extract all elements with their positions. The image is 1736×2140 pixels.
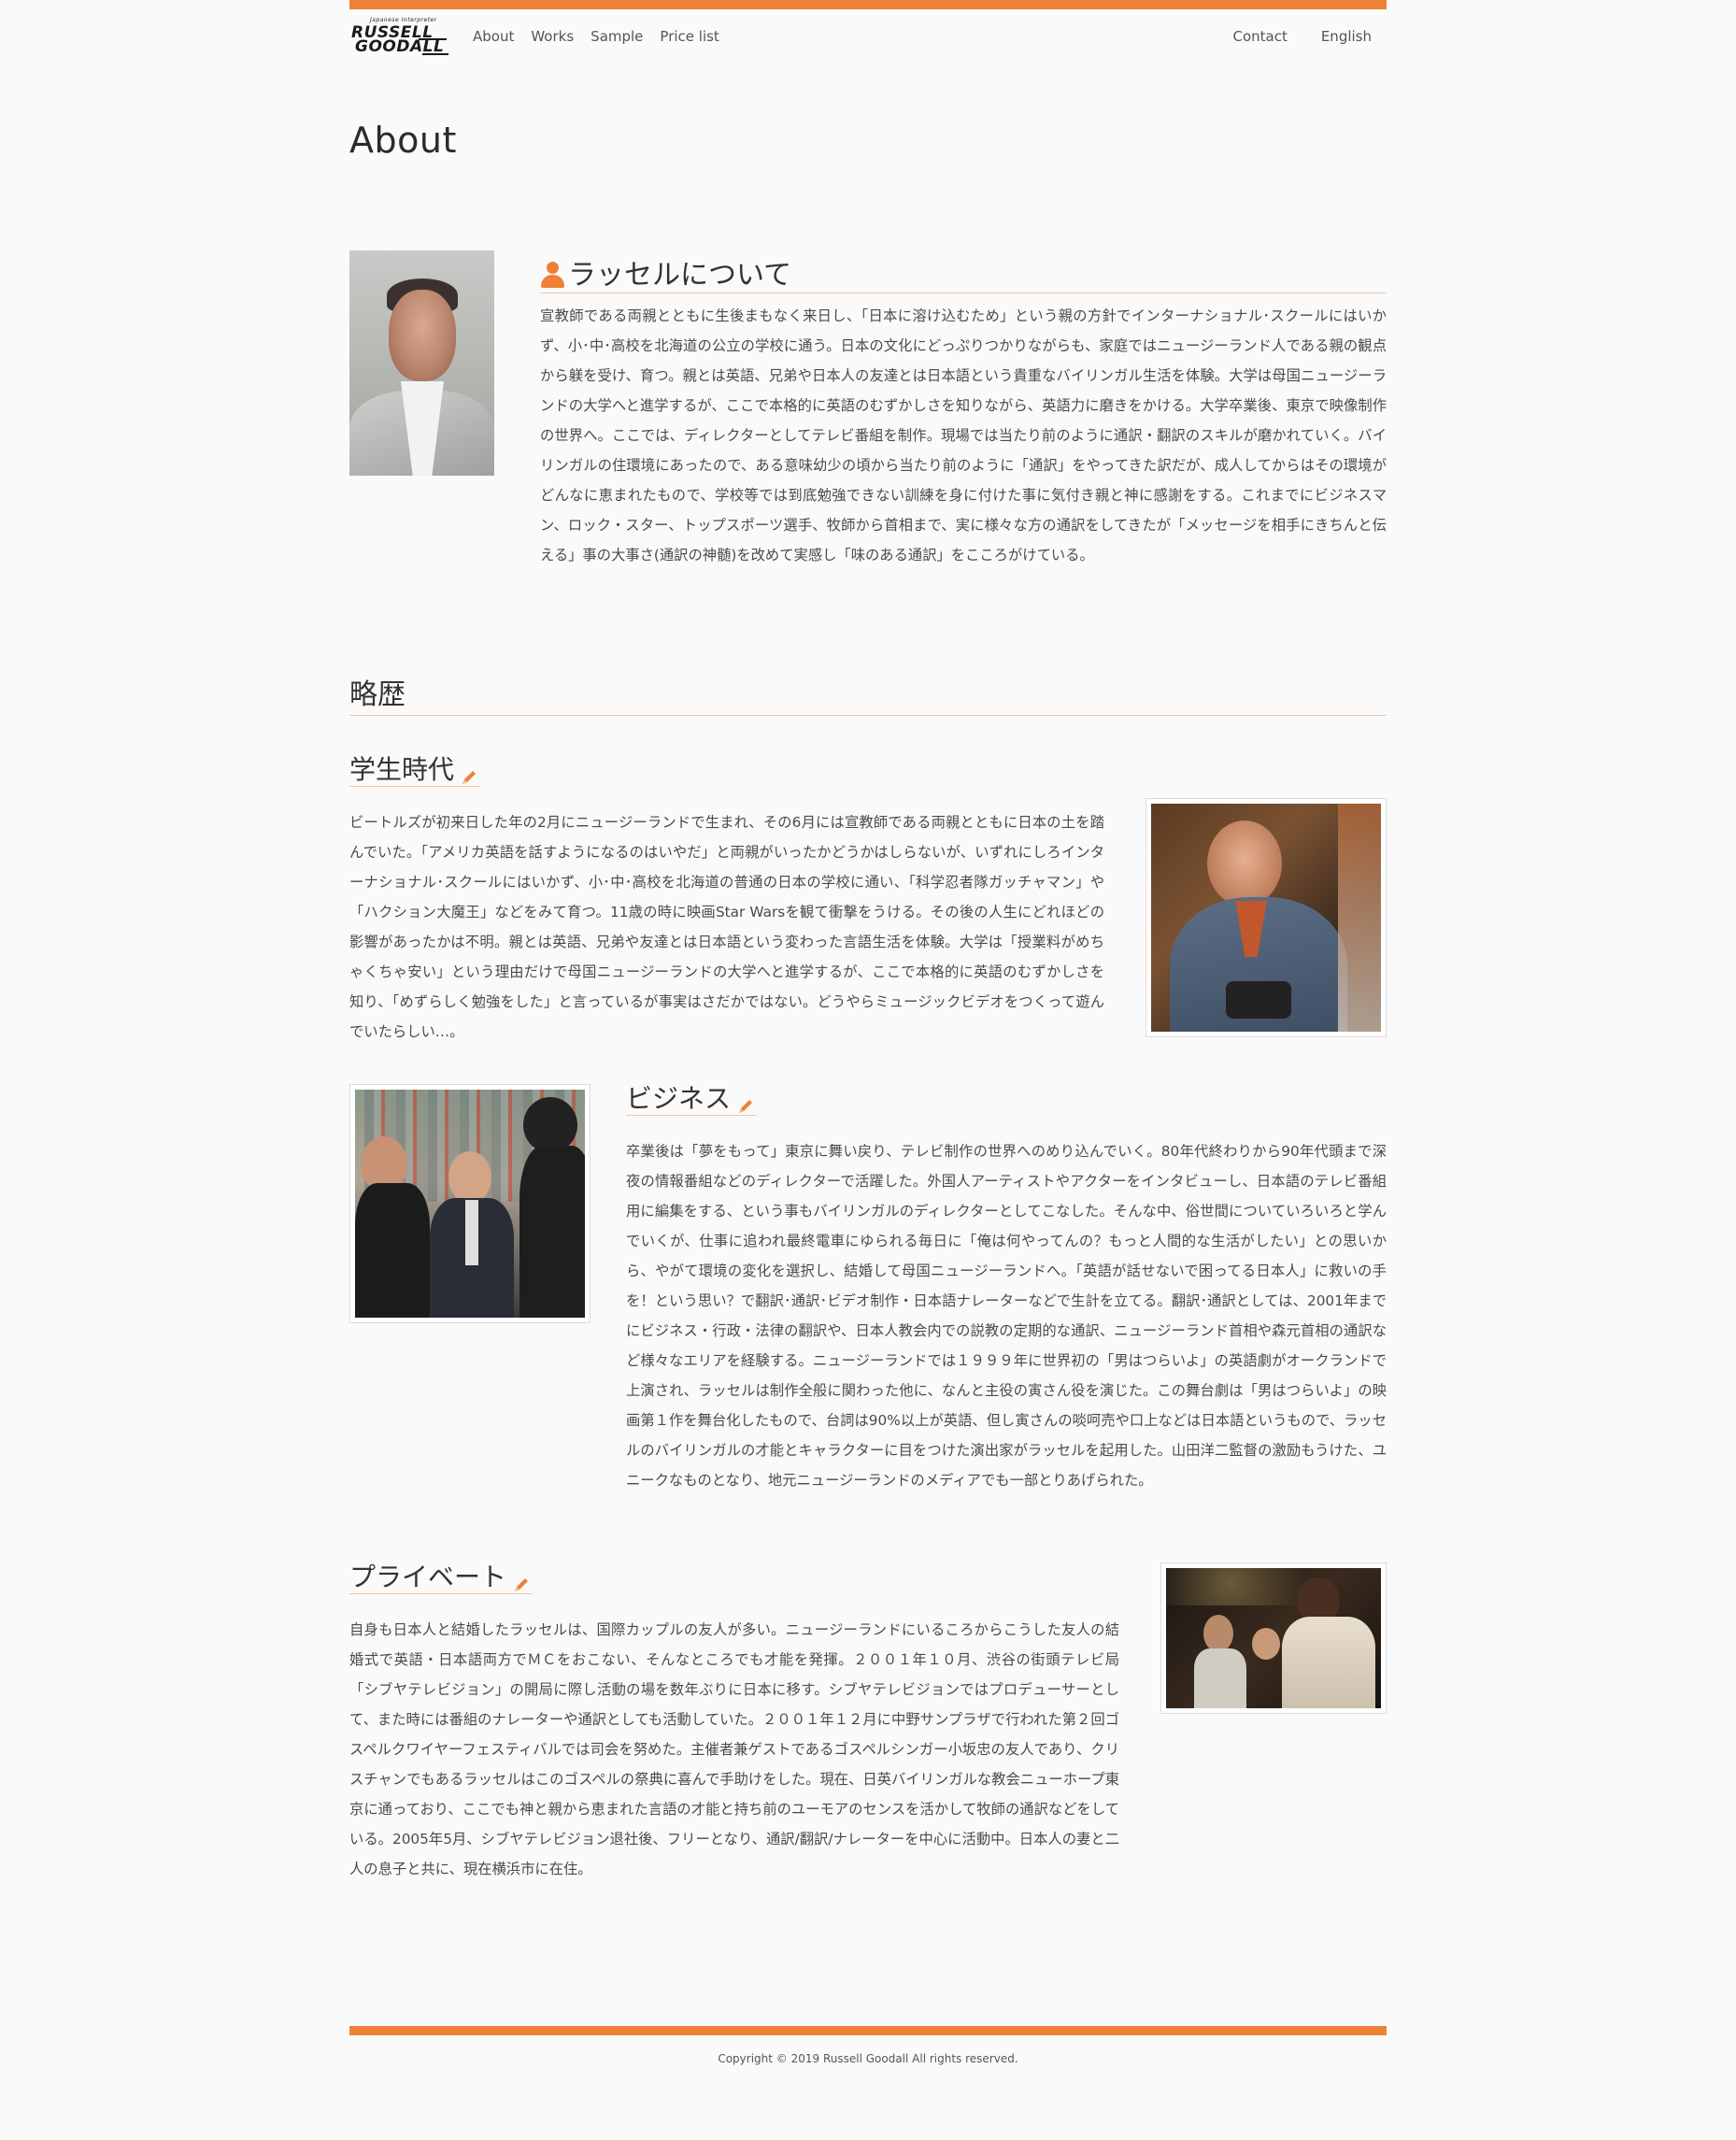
page-title: About xyxy=(349,120,457,161)
secondary-nav: Contact English xyxy=(1232,28,1372,45)
copyright: Copyright © 2019 Russell Goodall All rig… xyxy=(718,2052,1018,2065)
student-photo xyxy=(1145,798,1387,1037)
top-accent-bar xyxy=(349,0,1387,9)
footer-accent-bar xyxy=(349,2026,1387,2035)
pencil-icon xyxy=(512,1570,531,1591)
private-photo xyxy=(1160,1562,1387,1714)
pencil-icon xyxy=(736,1091,755,1113)
student-heading: 学生時代 xyxy=(349,749,480,787)
main-nav: About Works Sample Price list xyxy=(473,28,719,45)
about-text: 宣教師である両親とともに生後まもなく来日し、「日本に溶け込むため」という親の方針… xyxy=(540,307,1387,564)
history-heading-text: 略歴 xyxy=(349,678,406,711)
nav-price-list[interactable]: Price list xyxy=(660,28,719,45)
history-heading: 略歴 xyxy=(349,671,1387,716)
nav-sample[interactable]: Sample xyxy=(591,28,643,45)
private-heading-text: プライベート xyxy=(349,1561,507,1592)
navbar: Japanese Interpreter RUSSELL GOODALL Abo… xyxy=(349,9,1387,62)
person-icon xyxy=(540,260,564,288)
portrait-photo xyxy=(349,250,494,476)
pencil-icon xyxy=(460,763,478,784)
business-heading-text: ビジネス xyxy=(626,1082,732,1114)
logo[interactable]: Japanese Interpreter RUSSELL GOODALL xyxy=(349,17,448,58)
logo-underline xyxy=(422,53,448,55)
nav-about[interactable]: About xyxy=(473,28,514,45)
private-heading: プライベート xyxy=(349,1557,533,1594)
nav-contact[interactable]: Contact xyxy=(1232,28,1287,45)
nav-works[interactable]: Works xyxy=(531,28,574,45)
business-photo xyxy=(349,1084,591,1323)
logo-underline xyxy=(419,38,447,40)
business-text: 卒業後は「夢をもって」東京に舞い戻り、テレビ制作の世界へのめり込んでいく。80年… xyxy=(626,1143,1387,1489)
student-heading-text: 学生時代 xyxy=(349,753,455,785)
student-text: ビートルズが初来日した年の2月にニュージーランドで生まれ、その6月には宣教師であ… xyxy=(349,814,1104,1040)
about-heading-text: ラッセルについて xyxy=(568,258,792,292)
page-container: Japanese Interpreter RUSSELL GOODALL Abo… xyxy=(349,0,1387,2065)
nav-english[interactable]: English xyxy=(1321,28,1372,45)
about-heading: ラッセルについて xyxy=(540,250,1387,293)
private-text: 自身も日本人と結婚したラッセルは、国際カップルの友人が多い。ニュージーランドにい… xyxy=(349,1621,1119,1877)
business-heading: ビジネス xyxy=(626,1078,757,1116)
logo-tagline: Japanese Interpreter xyxy=(370,17,437,23)
